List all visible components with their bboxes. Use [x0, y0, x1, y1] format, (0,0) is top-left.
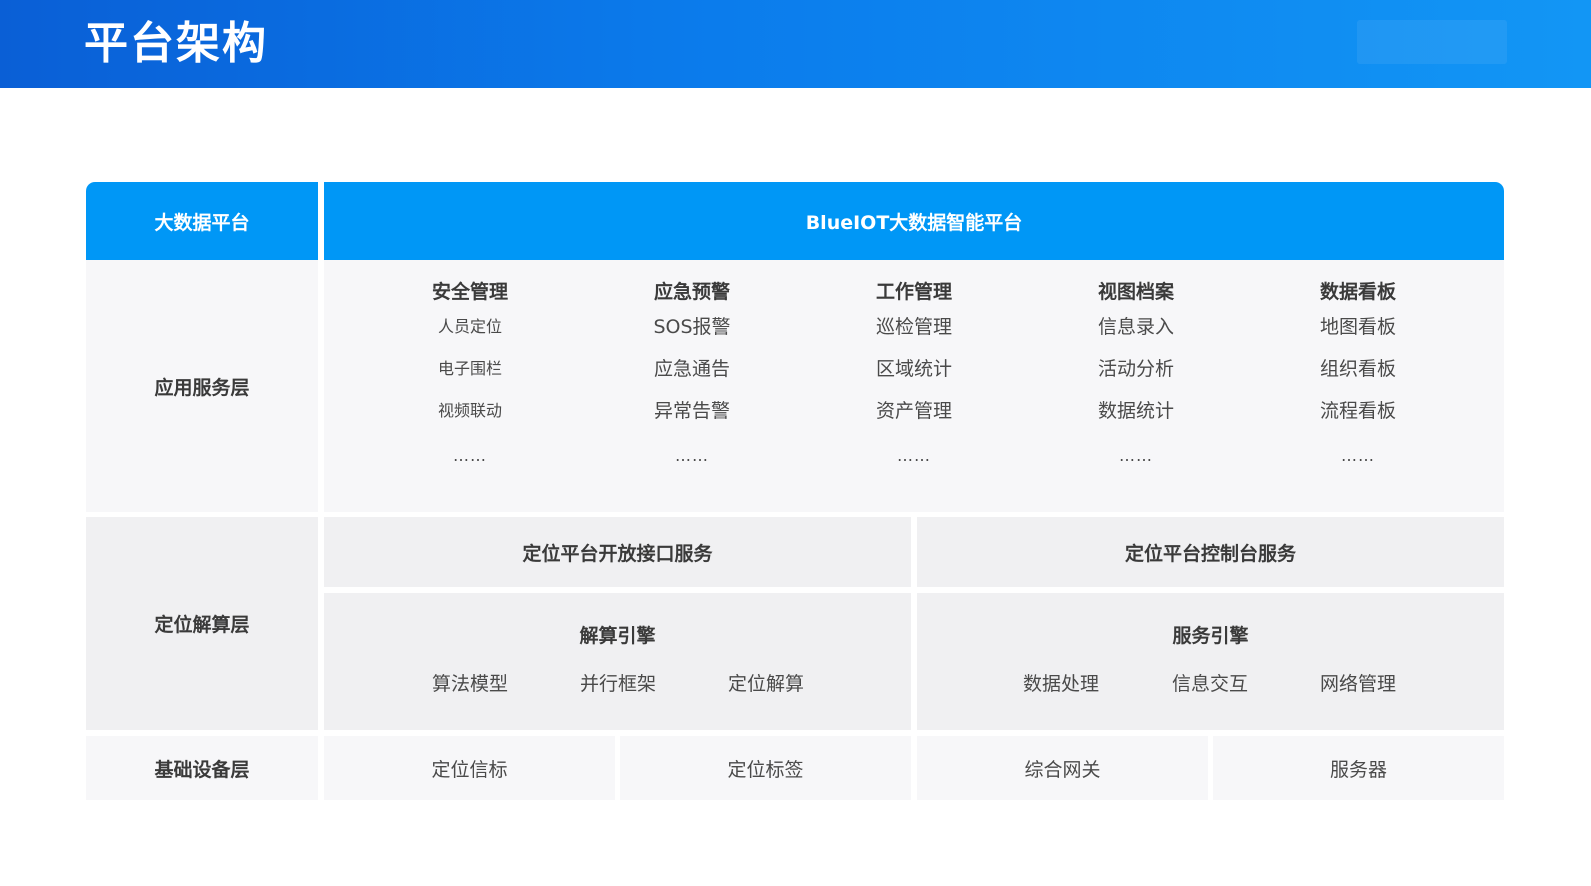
- app-column-item: 应急通告: [653, 358, 730, 380]
- app-layer-label: 应用服务层: [154, 376, 250, 399]
- calc-layer-label: 定位解算层: [154, 614, 250, 636]
- app-column-archive: 视图档案 信息录入 活动分析 数据统计 ……: [1056, 260, 1216, 474]
- app-column-dashboard: 数据看板 地图看板 组织看板 流程看板 ……: [1278, 260, 1438, 474]
- device-cell-gateway: 综合网关: [917, 736, 1208, 800]
- app-column-item: 资产管理: [875, 400, 952, 422]
- app-column-title: 数据看板: [1319, 281, 1396, 303]
- app-column-security: 安全管理 人员定位 电子围栏 视频联动 ……: [390, 260, 550, 474]
- platform-name-cell: BlueIOT大数据智能平台: [324, 182, 1504, 260]
- solver-engine-item: 并行框架: [579, 673, 656, 695]
- app-layer-label-cell: 应用服务层: [86, 260, 318, 512]
- service-engine-item: 数据处理: [1022, 673, 1099, 695]
- app-column-item: 信息录入: [1097, 316, 1174, 338]
- calc-layer-label-cell: 定位解算层: [86, 517, 318, 730]
- platform-label: 大数据平台: [154, 211, 250, 234]
- device-layer-label: 基础设备层: [154, 758, 250, 781]
- console-service-cell: 定位平台控制台服务: [917, 517, 1504, 587]
- app-column-item: 流程看板: [1319, 400, 1396, 422]
- app-column-more: ……: [1341, 446, 1375, 465]
- page-title: 平台架构: [84, 18, 268, 69]
- service-engine-item: 网络管理: [1319, 673, 1396, 695]
- app-column-item: 人员定位: [437, 317, 502, 336]
- app-column-title: 安全管理: [431, 281, 508, 303]
- app-column-more: ……: [453, 446, 487, 465]
- app-column-title: 工作管理: [875, 281, 952, 303]
- header-decoration: [1357, 20, 1507, 64]
- app-column-item: 活动分析: [1097, 358, 1174, 380]
- app-column-more: ……: [675, 446, 709, 465]
- device-item: 综合网关: [1024, 758, 1101, 781]
- app-column-item: 巡检管理: [875, 316, 952, 338]
- platform-name: BlueIOT大数据智能平台: [805, 211, 1023, 234]
- open-api-service-cell: 定位平台开放接口服务: [324, 517, 911, 587]
- app-column-work: 工作管理 巡检管理 区域统计 资产管理 ……: [834, 260, 994, 474]
- solver-engine-title: 解算引擎: [579, 625, 656, 647]
- header-bar: 平台架构: [0, 0, 1591, 88]
- open-api-service-label: 定位平台开放接口服务: [522, 542, 713, 565]
- device-layer-label-cell: 基础设备层: [86, 736, 318, 800]
- service-engine-title: 服务引擎: [1172, 625, 1249, 647]
- solver-engine-item: 算法模型: [431, 673, 508, 695]
- app-column-item: 组织看板: [1319, 358, 1396, 380]
- app-column-item: 异常告警: [653, 400, 730, 422]
- app-column-item: 区域统计: [875, 358, 952, 380]
- app-column-title: 应急预警: [653, 281, 730, 303]
- service-engine-cell: 服务引擎 数据处理 信息交互 网络管理: [917, 593, 1504, 730]
- device-item: 服务器: [1329, 758, 1387, 781]
- app-column-more: ……: [1119, 446, 1153, 465]
- solver-engine-cell: 解算引擎 算法模型 并行框架 定位解算: [324, 593, 911, 730]
- console-service-label: 定位平台控制台服务: [1124, 542, 1296, 565]
- app-column-title: 视图档案: [1097, 281, 1174, 303]
- platform-label-cell: 大数据平台: [86, 182, 318, 260]
- app-column-item: 视频联动: [437, 401, 502, 420]
- app-column-emergency: 应急预警 SOS报警 应急通告 异常告警 ……: [612, 260, 772, 474]
- device-cell-server: 服务器: [1213, 736, 1504, 800]
- device-cell-beacon: 定位信标: [324, 736, 615, 800]
- app-column-item: 地图看板: [1319, 316, 1396, 338]
- service-engine-item: 信息交互: [1171, 673, 1248, 695]
- device-item: 定位标签: [727, 758, 804, 781]
- solver-engine-item: 定位解算: [727, 673, 804, 695]
- app-column-more: ……: [897, 446, 931, 465]
- device-cell-tag: 定位标签: [620, 736, 911, 800]
- app-column-item: 电子围栏: [437, 359, 502, 378]
- app-column-item: SOS报警: [653, 316, 731, 338]
- device-item: 定位信标: [431, 758, 508, 781]
- app-column-item: 数据统计: [1097, 400, 1174, 422]
